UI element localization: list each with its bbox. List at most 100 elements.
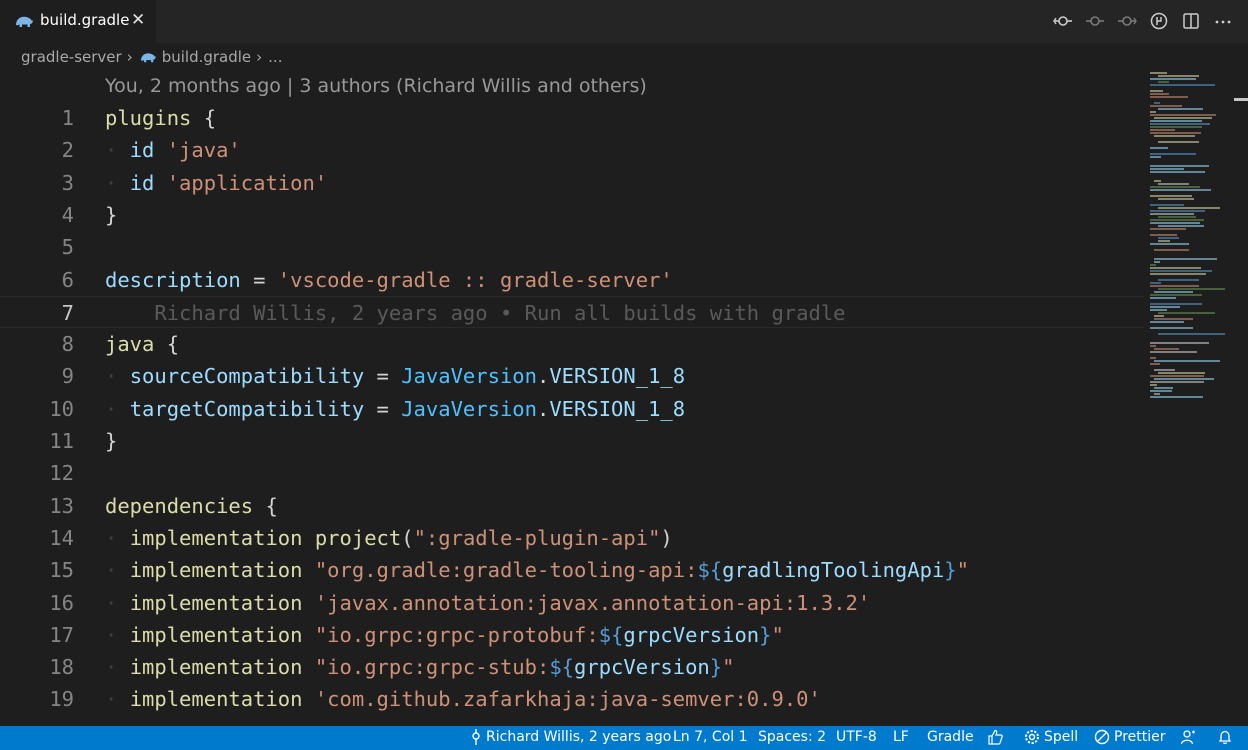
code-token: "	[956, 558, 969, 583]
breadcrumb-folder[interactable]: gradle-server	[21, 48, 122, 66]
breadcrumb: gradle-server › build.gradle › ...	[21, 45, 282, 69]
code-token: ${	[549, 655, 575, 680]
code-line[interactable]: 18 · implementation "io.grpc:grpc-stub:${…	[0, 651, 1144, 683]
minimap-line	[1158, 288, 1225, 290]
minimap-line	[1150, 120, 1202, 122]
code-line[interactable]: 3 · id 'application'	[0, 167, 1144, 199]
code-line[interactable]: 10 · targetCompatibility = JavaVersion.VE…	[0, 393, 1144, 425]
code-token: }	[759, 622, 772, 647]
gradle-elephant-icon	[16, 16, 33, 27]
code-token: {	[154, 332, 180, 357]
minimap-line	[1150, 153, 1196, 155]
status-git-blame[interactable]: Richard Willis, 2 years ago	[470, 729, 671, 745]
code-line[interactable]: 2 · id 'java'	[0, 134, 1144, 166]
code-line[interactable]: 5	[0, 231, 1144, 263]
git-compare-icon[interactable]	[1052, 10, 1074, 32]
code-token: ":gradle-plugin-api"	[413, 525, 661, 550]
minimap-line	[1150, 363, 1160, 365]
code-line[interactable]: 15 · implementation "org.gradle:gradle-to…	[0, 554, 1144, 586]
status-spell[interactable]: Spell	[1024, 729, 1078, 745]
minimap-line	[1150, 147, 1168, 149]
code-line[interactable]: 6 description = 'vscode-gradle :: gradle-…	[0, 264, 1144, 296]
minimap-line	[1150, 357, 1156, 359]
code-line[interactable]: 19 · implementation 'com.github.zafarkhaj…	[0, 683, 1144, 715]
person-icon[interactable]	[1180, 729, 1196, 745]
code-token: =	[240, 267, 278, 292]
gear-icon	[1025, 730, 1039, 744]
tab-build-gradle[interactable]: build.gradle ✕	[0, 0, 156, 43]
minimap-line	[1150, 396, 1203, 398]
git-commit-prev-icon[interactable]	[1084, 10, 1106, 32]
status-spell-label: Spell	[1044, 729, 1079, 745]
minimap-line	[1150, 267, 1201, 269]
line-number: 8	[61, 332, 74, 357]
code-token: {	[253, 493, 278, 518]
code-editor[interactable]: You, 2 months ago | 3 authors (Richard W…	[0, 70, 1144, 726]
minimap-line	[1150, 111, 1156, 113]
status-prettier[interactable]: Prettier	[1094, 729, 1166, 745]
code-text: · targetCompatibility = JavaVersion.VERS…	[105, 393, 685, 425]
git-history-icon[interactable]	[1148, 10, 1170, 32]
status-indentation[interactable]: Spaces: 2	[758, 729, 826, 745]
code-token: 'application'	[166, 170, 328, 195]
status-encoding[interactable]: UTF-8	[836, 729, 877, 745]
status-language[interactable]: Gradle	[927, 729, 974, 745]
code-token: "io.grpc:grpc-stub:	[314, 655, 550, 680]
more-actions-icon[interactable]	[1212, 10, 1234, 32]
code-line[interactable]: 8 java {	[0, 328, 1144, 360]
chevron-right-icon: ›	[126, 48, 133, 66]
code-line[interactable]: 16 · implementation 'javax.annotation:jav…	[0, 587, 1144, 619]
git-commit-next-icon[interactable]	[1116, 10, 1138, 32]
code-token: "	[722, 655, 735, 680]
tab-bar: build.gradle ✕	[0, 0, 1248, 43]
minimap-line	[1158, 225, 1204, 227]
line-number: 15	[49, 558, 74, 583]
minimap-line	[1150, 309, 1167, 311]
code-line[interactable]: 17 · implementation "io.grpc:grpc-protobu…	[0, 619, 1144, 651]
line-number: 12	[49, 461, 74, 486]
split-editor-icon[interactable]	[1180, 10, 1202, 32]
thumbs-up-icon[interactable]	[987, 729, 1003, 745]
minimap-line	[1150, 186, 1200, 188]
minimap-line	[1150, 384, 1157, 386]
code-token: project	[314, 525, 402, 550]
line-number: 11	[49, 429, 74, 453]
code-text: }	[105, 425, 117, 457]
status-eol[interactable]: LF	[893, 729, 909, 745]
code-line[interactable]: 14 · implementation project(":gradle-plug…	[0, 522, 1144, 554]
code-token: 'vscode-gradle :: gradle-server'	[277, 267, 673, 292]
line-number: 9	[61, 364, 74, 389]
minimap-line	[1150, 285, 1199, 287]
status-cursor-position[interactable]: Ln 7, Col 1	[673, 729, 748, 745]
code-line[interactable]: 1 plugins {	[0, 102, 1144, 134]
git-blame-codelens[interactable]: You, 2 months ago | 3 authors (Richard W…	[105, 75, 647, 97]
code-token: }	[944, 558, 957, 583]
bell-icon[interactable]	[1217, 729, 1233, 745]
minimap-line	[1158, 237, 1179, 239]
code-line[interactable]: 9 · sourceCompatibility = JavaVersion.VER…	[0, 360, 1144, 392]
code-token: }	[709, 655, 723, 680]
code-token: ·	[105, 525, 130, 550]
code-line[interactable]: 12	[0, 457, 1144, 489]
close-icon[interactable]: ✕	[131, 10, 145, 30]
minimap-line	[1150, 189, 1211, 191]
minimap[interactable]	[1144, 68, 1248, 726]
minimap-line	[1150, 123, 1210, 125]
code-token: 'com.github.zafarkhaja:java-semver:0.9.0…	[314, 687, 821, 712]
line-number: 1	[61, 106, 74, 130]
code-line[interactable]: 13 dependencies {	[0, 490, 1144, 522]
breadcrumb-more[interactable]: ...	[268, 48, 282, 66]
minimap-line	[1150, 390, 1172, 392]
code-line[interactable]: 7 Richard Willis, 2 years ago • Run all …	[0, 295, 1144, 328]
minimap-line	[1150, 228, 1186, 230]
code-line[interactable]: 4}	[0, 199, 1144, 231]
minimap-line	[1154, 135, 1195, 137]
code-token: "io.grpc:grpc-protobuf:	[314, 622, 599, 647]
line-number: 14	[49, 525, 74, 550]
code-token: JavaVersion	[401, 364, 537, 389]
breadcrumb-file[interactable]: build.gradle	[162, 48, 251, 66]
code-line[interactable]: 11}	[0, 425, 1144, 457]
code-token: )	[660, 525, 673, 550]
